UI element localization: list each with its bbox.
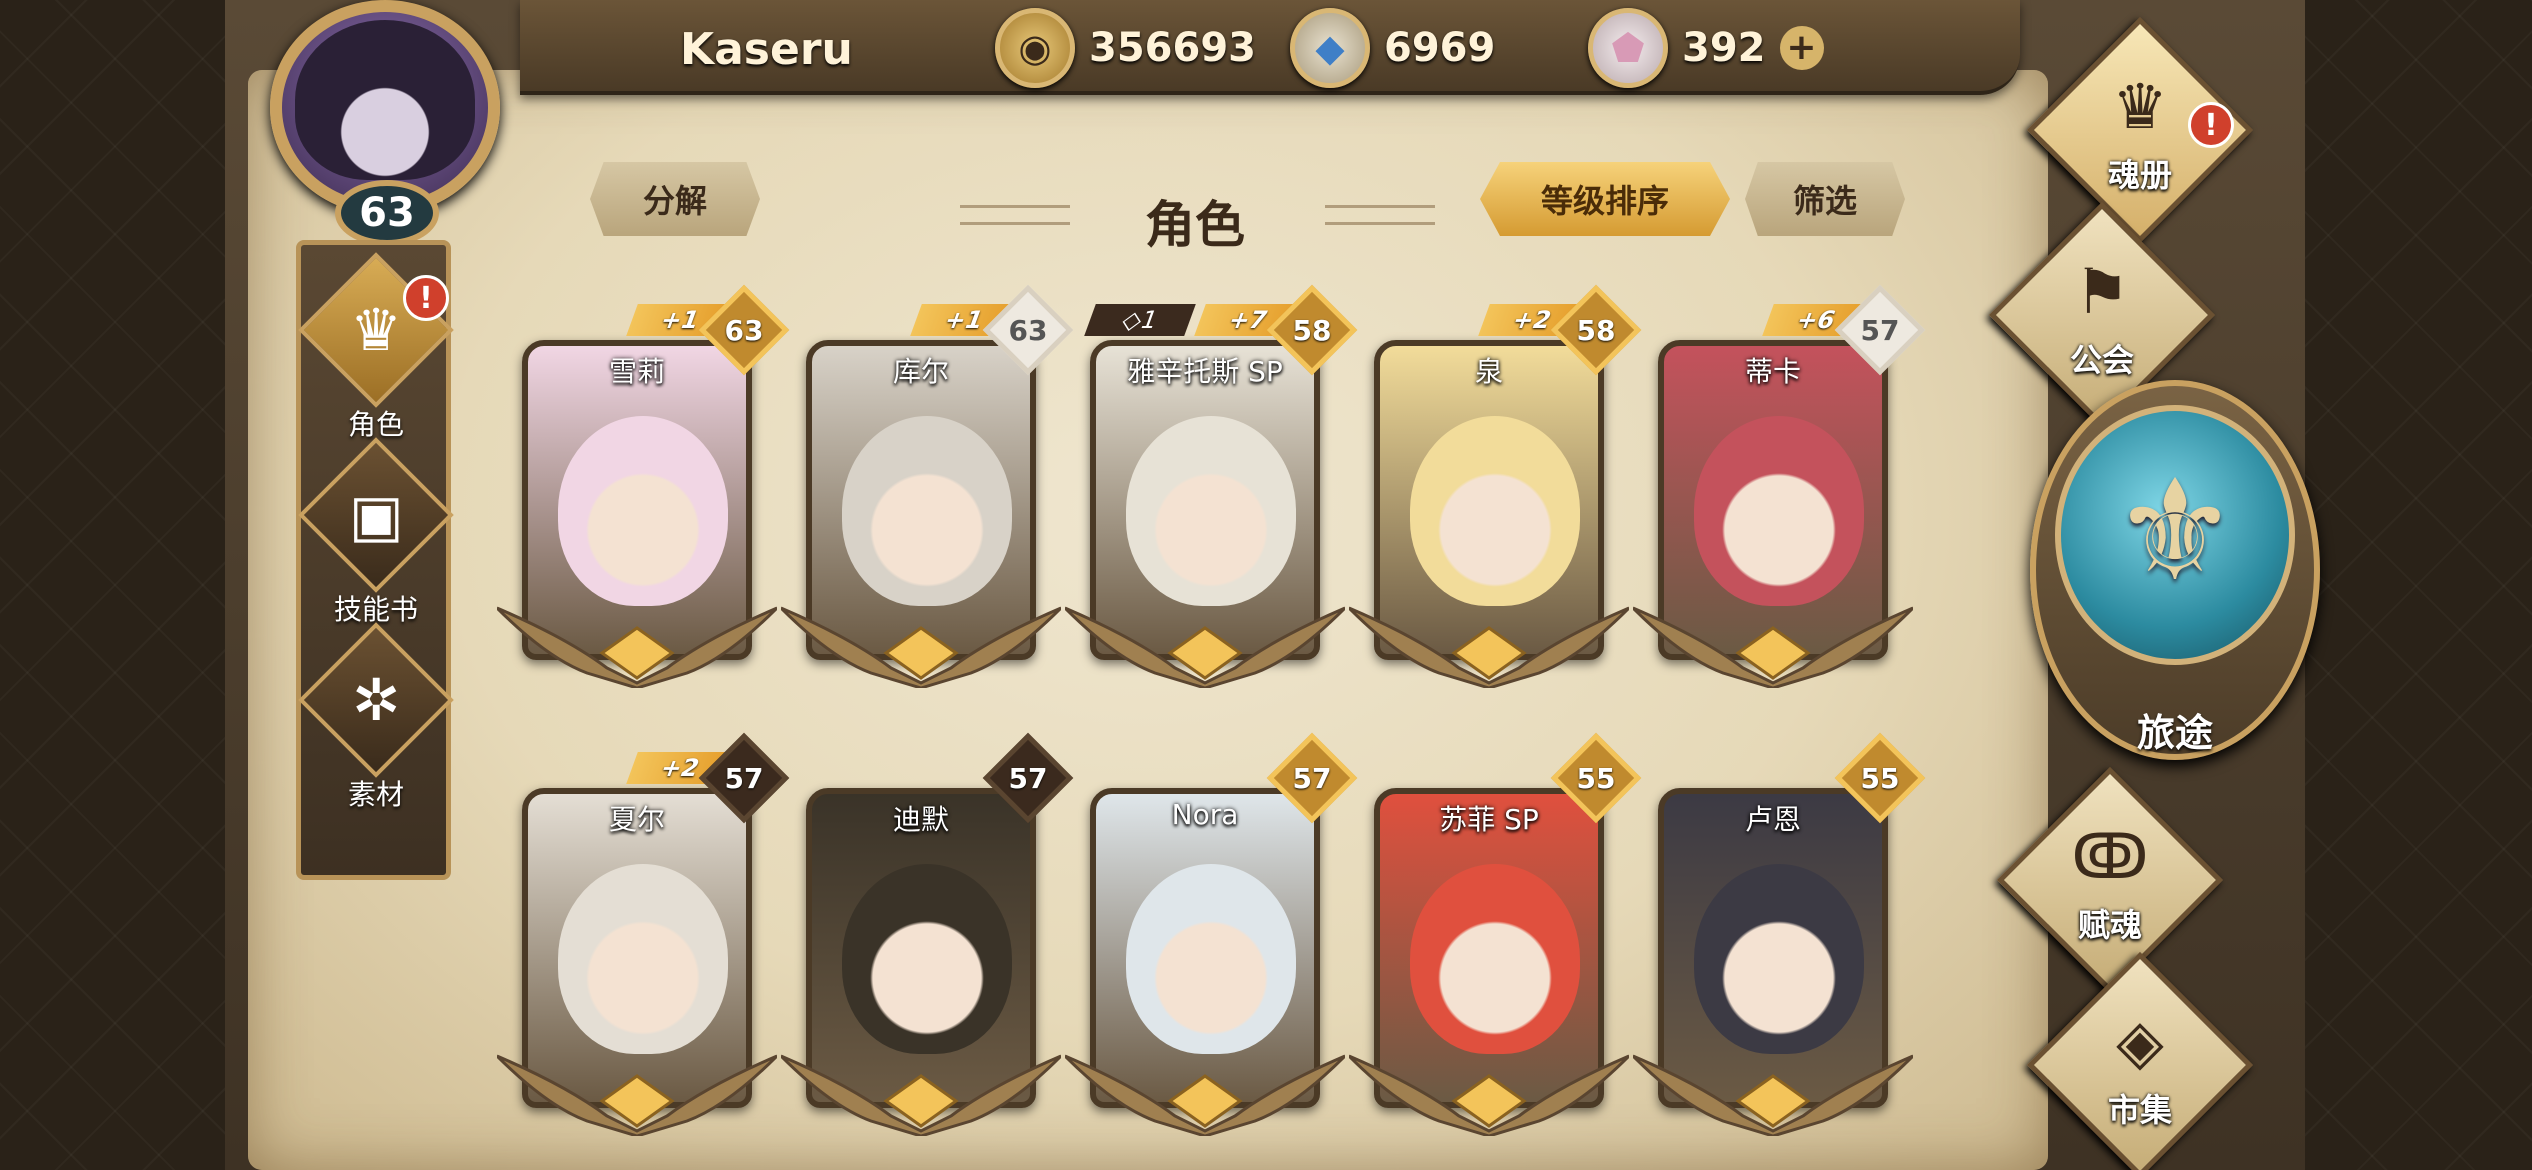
journey-emblem-icon: ⚜	[2112, 450, 2238, 613]
gold-value: 356693	[1089, 25, 1256, 71]
journey-button[interactable]: ⚜ 旅途	[2030, 380, 2320, 780]
nav-item-characters[interactable]: ♛ 角色 !	[298, 252, 454, 441]
market-gem-icon: ◈	[2116, 1005, 2164, 1078]
character-name: Nora	[1171, 798, 1239, 831]
character-name: 迪默	[892, 803, 949, 836]
left-background	[0, 0, 230, 1170]
character-card[interactable]: Nora 57	[1065, 732, 1358, 1148]
character-name: 苏菲 SP	[1439, 803, 1539, 836]
nav-item-skill-books[interactable]: ▣ 技能书	[298, 437, 454, 626]
player-name: Kaseru	[680, 24, 853, 75]
alert-badge: !	[2188, 102, 2234, 148]
character-card[interactable]: 泉 58 +2	[1349, 284, 1642, 700]
character-card[interactable]: 雪莉 63 +1	[497, 284, 790, 700]
soul-book-button[interactable]: ♛ 魂册 !	[2026, 16, 2254, 244]
soul-infuse-button[interactable]: ↂ 赋魂	[1996, 766, 2224, 994]
nav-item-label: 素材	[347, 778, 404, 811]
character-name: 雪莉	[608, 355, 665, 388]
soul-infuse-label: 赋魂	[2077, 906, 2142, 944]
rank-wings-icon	[1349, 1054, 1629, 1136]
character-card[interactable]: 迪默 57	[781, 732, 1074, 1148]
blue-crystal-icon: ◆	[1290, 8, 1370, 88]
character-face	[1126, 416, 1296, 606]
filter-button[interactable]: 筛选	[1745, 162, 1905, 236]
character-face	[1410, 864, 1580, 1054]
alert-badge: !	[403, 275, 449, 321]
gem-currency: ⬟ 392 +	[1588, 8, 1824, 88]
rank-wings-icon	[1633, 606, 1913, 688]
character-card[interactable]: 夏尔 57 +2	[497, 732, 790, 1148]
guild-label: 公会	[2069, 341, 2134, 379]
market-button[interactable]: ◈ 市集	[2026, 951, 2254, 1170]
character-card[interactable]: 苏菲 SP 55	[1349, 732, 1642, 1148]
crystal-value: 6969	[1384, 25, 1496, 71]
soul-swirl-icon: ↂ	[2071, 820, 2149, 893]
page-title: 角色	[1145, 196, 1245, 254]
soul-book-label: 魂册	[2107, 156, 2172, 194]
character-card[interactable]: 卢恩 55	[1633, 732, 1926, 1148]
character-face	[558, 864, 728, 1054]
character-name: 蒂卡	[1744, 355, 1801, 388]
character-name: 雅辛托斯 SP	[1127, 355, 1283, 388]
crystal-currency: ◆ 6969	[1290, 8, 1495, 88]
rank-wings-icon	[1633, 1054, 1913, 1136]
character-face	[1126, 864, 1296, 1054]
character-name: 卢恩	[1744, 803, 1801, 836]
player-level: 63	[335, 180, 439, 246]
sort-by-level-button[interactable]: 等级排序	[1480, 162, 1730, 236]
title-ornament-right	[1325, 205, 1435, 225]
character-card[interactable]: 库尔 63 +1	[781, 284, 1074, 700]
gem-value: 392	[1682, 25, 1766, 71]
title-ornament-left	[960, 205, 1070, 225]
helmet-icon: ♛	[350, 296, 402, 364]
character-face	[558, 416, 728, 606]
guild-flag-icon: ⚑	[2074, 255, 2130, 328]
character-face	[1694, 416, 1864, 606]
journey-label: 旅途	[2136, 711, 2213, 755]
character-card[interactable]: 蒂卡 57 +6	[1633, 284, 1926, 700]
rank-wings-icon	[1349, 606, 1629, 688]
material-icon: ✲	[351, 665, 401, 734]
decompose-button[interactable]: 分解	[590, 162, 760, 236]
character-face	[1694, 864, 1864, 1054]
skill-book-icon: ▣	[348, 481, 404, 549]
character-face	[842, 864, 1012, 1054]
character-name: 夏尔	[608, 803, 665, 836]
player-avatar[interactable]: 63	[255, 0, 520, 246]
market-label: 市集	[2107, 1091, 2172, 1129]
guild-button[interactable]: ⚑ 公会	[1988, 201, 2216, 429]
rank-wings-icon	[1065, 1054, 1345, 1136]
rank-wings-icon	[497, 606, 777, 688]
character-face	[1410, 416, 1580, 606]
rank-wings-icon	[781, 1054, 1061, 1136]
character-card[interactable]: 雅辛托斯 SP 58 +7 ◇1	[1065, 284, 1358, 700]
awaken-diamond-badge: ◇1	[1084, 304, 1196, 336]
character-name: 泉	[1474, 355, 1503, 388]
add-gem-button[interactable]: +	[1779, 26, 1824, 70]
right-background	[2300, 0, 2532, 1170]
rank-wings-icon	[781, 606, 1061, 688]
left-nav: ♛ 角色 ! ▣ 技能书 ✲ 素材	[296, 240, 454, 880]
avatar-portrait	[295, 20, 475, 180]
pink-gem-icon: ⬟	[1588, 8, 1668, 88]
rank-wings-icon	[497, 1054, 777, 1136]
gold-currency: ◉ 356693	[995, 8, 1256, 88]
gold-coin-icon: ◉	[995, 8, 1075, 88]
character-face	[842, 416, 1012, 606]
character-name: 库尔	[892, 355, 949, 388]
nav-item-materials[interactable]: ✲ 素材	[298, 622, 454, 811]
rank-wings-icon	[1065, 606, 1345, 688]
